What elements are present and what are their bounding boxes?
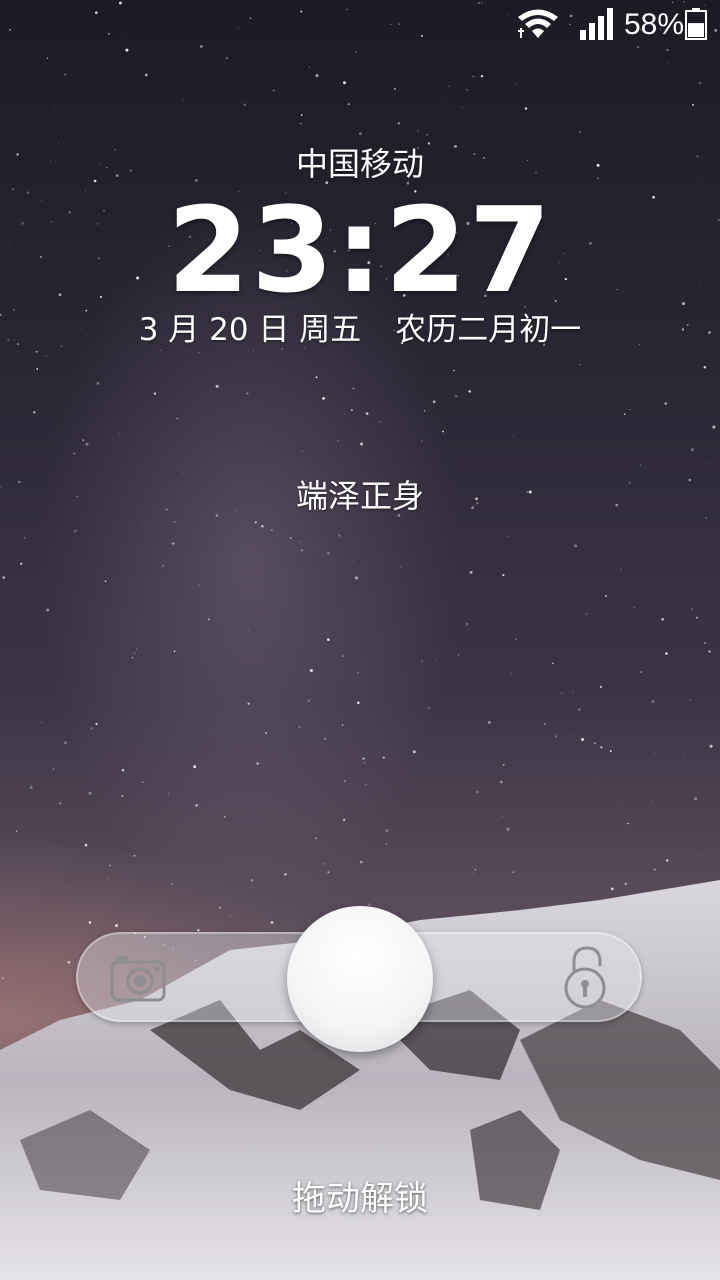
- lunar-date-text: 农历二月初一: [395, 312, 582, 348]
- unlock-hint-text: 拖动解锁: [292, 1179, 428, 1219]
- date-row: 3 月 20 日 周五 农历二月初一: [0, 308, 720, 352]
- battery-icon: [685, 8, 707, 40]
- battery-percentage: 58%: [624, 8, 685, 41]
- wifi-icon: [518, 9, 558, 38]
- cellular-signal-icon: [580, 8, 613, 40]
- unlock-slider-knob[interactable]: [287, 906, 433, 1052]
- carrier-name: 中国移动: [295, 145, 424, 183]
- camera-icon[interactable]: [110, 952, 166, 1002]
- status-bar: 58%: [0, 0, 720, 50]
- clock-time: 23:27: [167, 181, 553, 319]
- date-text: 3 月 20 日 周五: [138, 312, 362, 348]
- unlock-padlock-icon[interactable]: [560, 944, 610, 1010]
- lockscreen-motto: 端泽正身: [295, 477, 424, 515]
- lock-screen: 58% 中国移动 23:27 3 月 20 日 周五 农历二月初一 端泽正身 拖动…: [0, 0, 720, 1280]
